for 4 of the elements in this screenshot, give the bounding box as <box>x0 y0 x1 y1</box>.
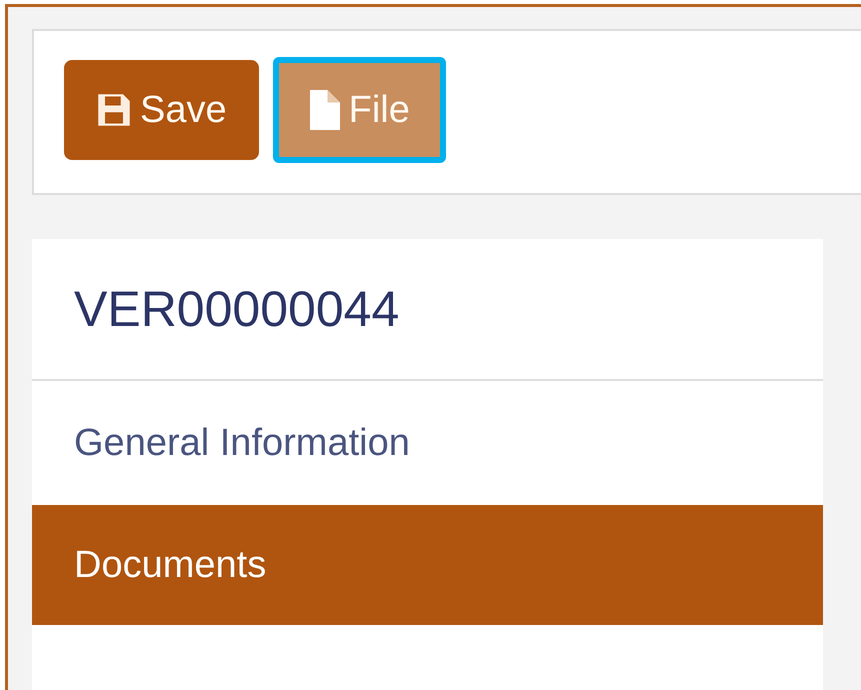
file-button[interactable]: File <box>272 57 446 163</box>
nav-item[interactable]: Documents <box>32 505 823 625</box>
save-button[interactable]: Save <box>64 60 259 160</box>
document-icon <box>308 90 341 130</box>
